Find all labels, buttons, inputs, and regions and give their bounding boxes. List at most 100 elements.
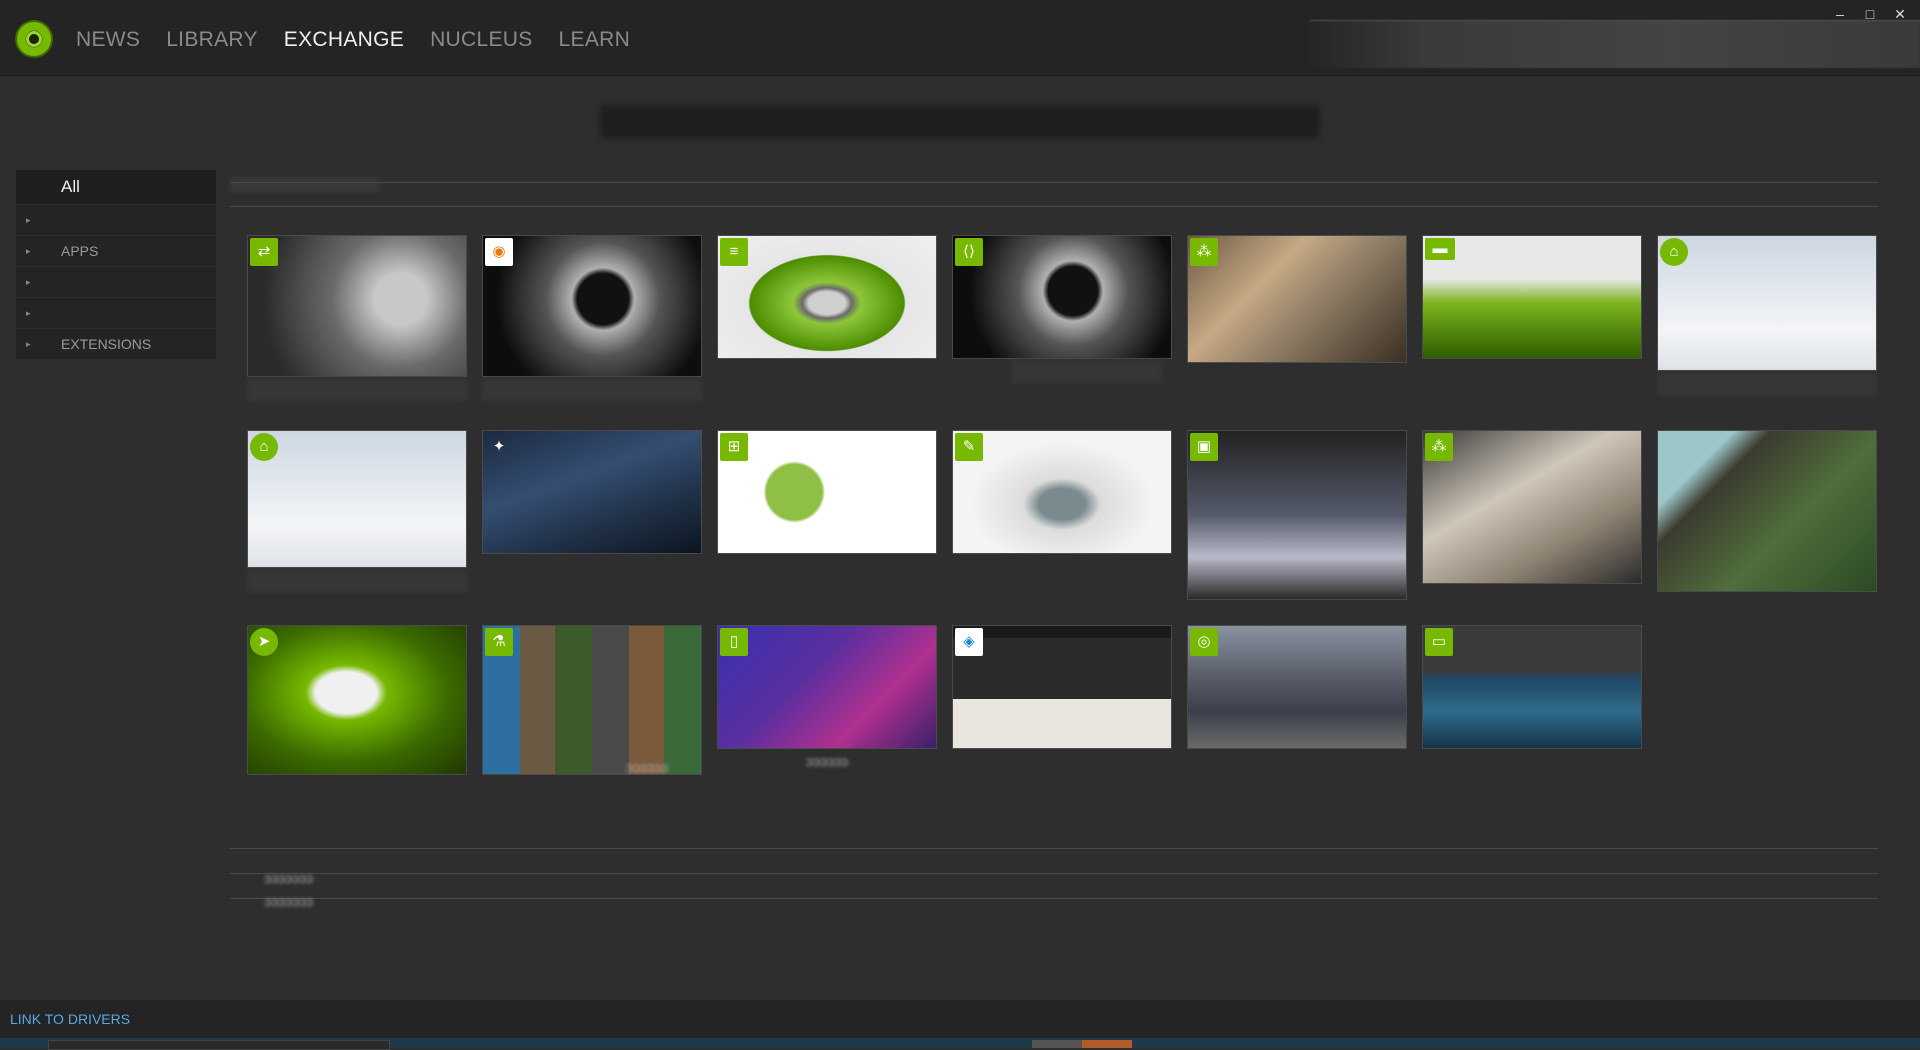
card-thumbnail: ⁂ [1422,430,1642,584]
ai-icon: ✎ [955,433,983,461]
card-thumbnail: ⇄ [247,235,467,377]
exchange-card[interactable]: ⟨⟩ [952,235,1172,383]
section-title [230,178,380,192]
blender-icon: ◉ [485,238,513,266]
exchange-card[interactable]: ⊞ [717,430,937,554]
card-title [247,379,467,401]
exchange-card[interactable]: ✦ [482,430,702,554]
top-bar: NEWS LIBRARY EXCHANGE NUCLEUS LEARN – □ … [0,0,1920,76]
card-thumbnail: ◎ [1187,625,1407,749]
card-thumbnail: ⟨⟩ [952,235,1172,359]
taskbar [0,1038,1920,1050]
exchange-card[interactable]: ⁂ [1422,430,1642,584]
minimize-button[interactable]: – [1832,6,1848,23]
card-title [1012,361,1162,383]
card-thumbnail: ▯ [717,625,937,749]
taskbar-item[interactable] [1032,1040,1082,1048]
chevron-right-icon: ▸ [26,308,31,318]
category-sidebar: All ▸ ▸ APPS ▸ ▸ ▸ EXTENSIONS [16,170,216,360]
nav-learn[interactable]: LEARN [559,28,631,52]
exchange-card[interactable]: ⌂ [247,430,467,592]
card-title: ɔɔɔɔɔɔ [806,753,848,769]
exchange-card[interactable]: ▯ ɔɔɔɔɔɔ [717,625,937,769]
card-thumbnail: ➤ [247,625,467,775]
taskbar-item[interactable] [1082,1040,1132,1048]
exchange-card[interactable]: ≡ [717,235,937,359]
link-to-drivers[interactable]: LINK TO DRIVERS [10,1011,130,1027]
server-icon: ▬ [1425,238,1455,260]
code-icon: ⟨⟩ [955,238,983,266]
card-thumbnail: ⚗ [482,625,702,775]
card-title [1657,373,1877,395]
chevron-right-icon: ▸ [26,246,31,256]
sidebar-item-all[interactable]: All [16,170,216,205]
exchange-card[interactable]: ▭ [1422,625,1642,749]
taskbar-item[interactable] [48,1040,390,1050]
chevron-right-icon: ▸ [26,277,31,287]
divider [230,898,1878,899]
nav-exchange[interactable]: EXCHANGE [284,28,404,52]
home-icon: ⌂ [1660,238,1688,266]
exchange-card[interactable]: ⚗ ɔɔɔɔɔɔ [482,625,702,795]
exchange-card[interactable]: ◉ [482,235,702,401]
sidebar-item-3[interactable]: ▸ [16,267,216,298]
card-thumbnail [1657,430,1877,592]
card-thumbnail: ⌂ [247,430,467,568]
divider [230,848,1878,849]
chevron-right-icon: ▸ [26,215,31,225]
exchange-card[interactable]: ▣ [1187,430,1407,600]
nav-news[interactable]: NEWS [76,28,140,52]
vr-icon: ▭ [1425,628,1453,656]
sidebar-item-label: APPS [61,243,99,259]
card-thumbnail: ▣ [1187,430,1407,600]
card-thumbnail: ✎ [952,430,1172,554]
sidebar-item-1[interactable]: ▸ [16,205,216,236]
exchange-card[interactable]: ▬ [1422,235,1642,359]
chevron-right-icon: ▸ [26,339,31,349]
exchange-card[interactable]: ⌂ [1657,235,1877,395]
database-icon: ≡ [720,238,748,266]
close-button[interactable]: ✕ [1892,6,1908,23]
robot-arm-icon: ✦ [492,438,506,455]
exchange-card[interactable]: ⇄ [247,235,467,401]
section-title: ɔɔɔɔɔɔɔ [264,893,313,909]
exchange-card[interactable]: ◈ [952,625,1172,749]
omniverse-logo-icon[interactable] [15,20,53,58]
nav-nucleus[interactable]: NUCLEUS [430,28,532,52]
sidebar-item-4[interactable]: ▸ [16,298,216,329]
sidebar-item-apps[interactable]: ▸ APPS [16,236,216,267]
nav-library[interactable]: LIBRARY [166,28,258,52]
sidebar-item-label: EXTENSIONS [61,336,152,352]
paper-plane-icon: ➤ [250,628,278,656]
bear-icon: ⊞ [720,433,748,461]
clapper-icon: ▣ [1190,433,1218,461]
nodes-icon: ⁂ [1425,433,1453,461]
user-info-strip[interactable] [1300,20,1920,68]
exchange-card[interactable] [1657,430,1877,592]
card-title [247,570,467,592]
flask-icon: ⚗ [485,628,513,656]
card-title: ɔɔɔɔɔɔ [626,759,668,775]
card-title [482,379,702,401]
divider [1310,20,1920,21]
card-thumbnail: ▬ [1422,235,1642,359]
card-thumbnail: ◉ [482,235,702,377]
main-nav: NEWS LIBRARY EXCHANGE NUCLEUS LEARN [76,28,656,52]
card-thumbnail: ≡ [717,235,937,359]
doc-icon: ▯ [720,628,748,656]
exchange-card[interactable]: ◎ [1187,625,1407,749]
exchange-card[interactable]: ➤ [247,625,467,775]
nodes-icon: ⁂ [1190,238,1218,266]
exchange-card[interactable]: ⁂ [1187,235,1407,363]
search-input[interactable] [600,105,1320,139]
maximize-button[interactable]: □ [1862,6,1878,23]
globe-icon: ◎ [1190,628,1218,656]
divider [230,206,1878,207]
cube-icon: ◈ [955,628,983,656]
sidebar-item-extensions[interactable]: ▸ EXTENSIONS [16,329,216,360]
divider [230,873,1878,874]
card-thumbnail: ⌂ [1657,235,1877,371]
sidebar-item-label: All [61,177,80,196]
window-controls: – □ ✕ [1832,6,1908,23]
exchange-card[interactable]: ✎ [952,430,1172,554]
